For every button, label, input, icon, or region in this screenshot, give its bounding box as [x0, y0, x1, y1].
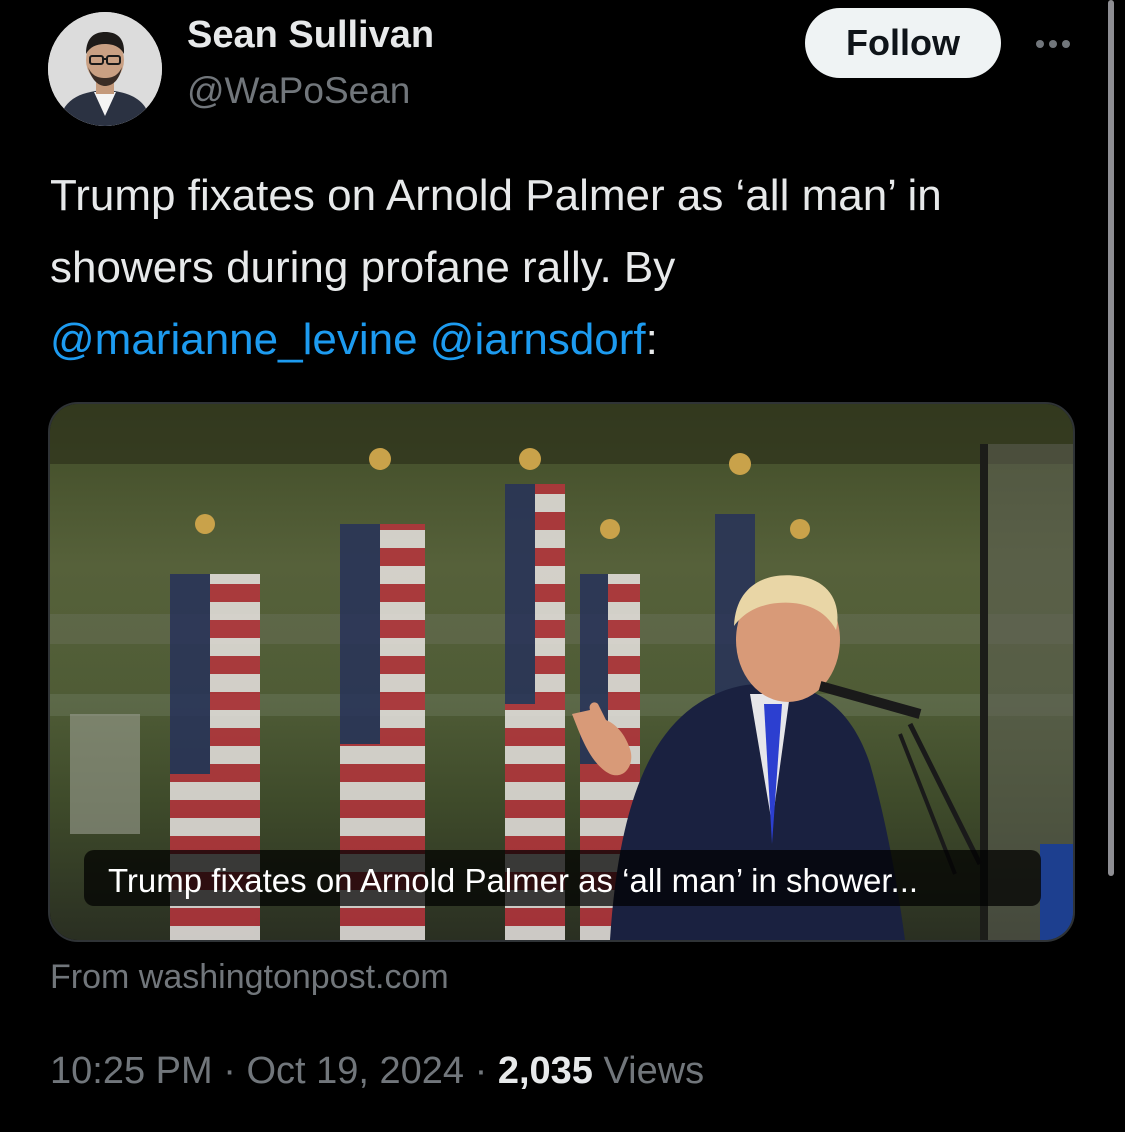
- card-source[interactable]: From washingtonpost.com: [50, 958, 449, 997]
- more-horizontal-icon[interactable]: [1027, 24, 1079, 64]
- dot: [1049, 40, 1057, 48]
- mention-link-marianne[interactable]: @marianne_levine: [50, 315, 418, 364]
- tweet-time[interactable]: 10:25 PM: [50, 1050, 213, 1092]
- tweet-date[interactable]: Oct 19, 2024: [246, 1050, 464, 1092]
- tweet-meta: 10:25 PM · Oct 19, 2024 · 2,035 Views: [50, 1050, 704, 1093]
- tweet-text: Trump fixates on Arnold Palmer as ‘all m…: [50, 160, 1090, 376]
- avatar[interactable]: [48, 12, 162, 126]
- tweet-colon: :: [645, 315, 658, 364]
- scrollbar[interactable]: [1108, 0, 1114, 876]
- separator: ·: [474, 1050, 488, 1092]
- follow-button[interactable]: Follow: [805, 8, 1001, 78]
- card-caption[interactable]: Trump fixates on Arnold Palmer as ‘all m…: [84, 850, 1041, 906]
- views-label: Views: [603, 1050, 705, 1092]
- mention-link-iarnsdorf[interactable]: @iarnsdorf: [430, 315, 646, 364]
- avatar-image: [48, 12, 162, 126]
- author-handle[interactable]: @WaPoSean: [187, 70, 410, 112]
- tweet-body: Trump fixates on Arnold Palmer as ‘all m…: [50, 171, 942, 292]
- dot: [1036, 40, 1044, 48]
- author-name[interactable]: Sean Sullivan: [187, 14, 434, 57]
- separator: ·: [223, 1050, 236, 1092]
- dot: [1062, 40, 1070, 48]
- views-count: 2,035: [497, 1050, 593, 1092]
- tweet-page: Sean Sullivan @WaPoSean Follow Trump fix…: [0, 0, 1125, 1132]
